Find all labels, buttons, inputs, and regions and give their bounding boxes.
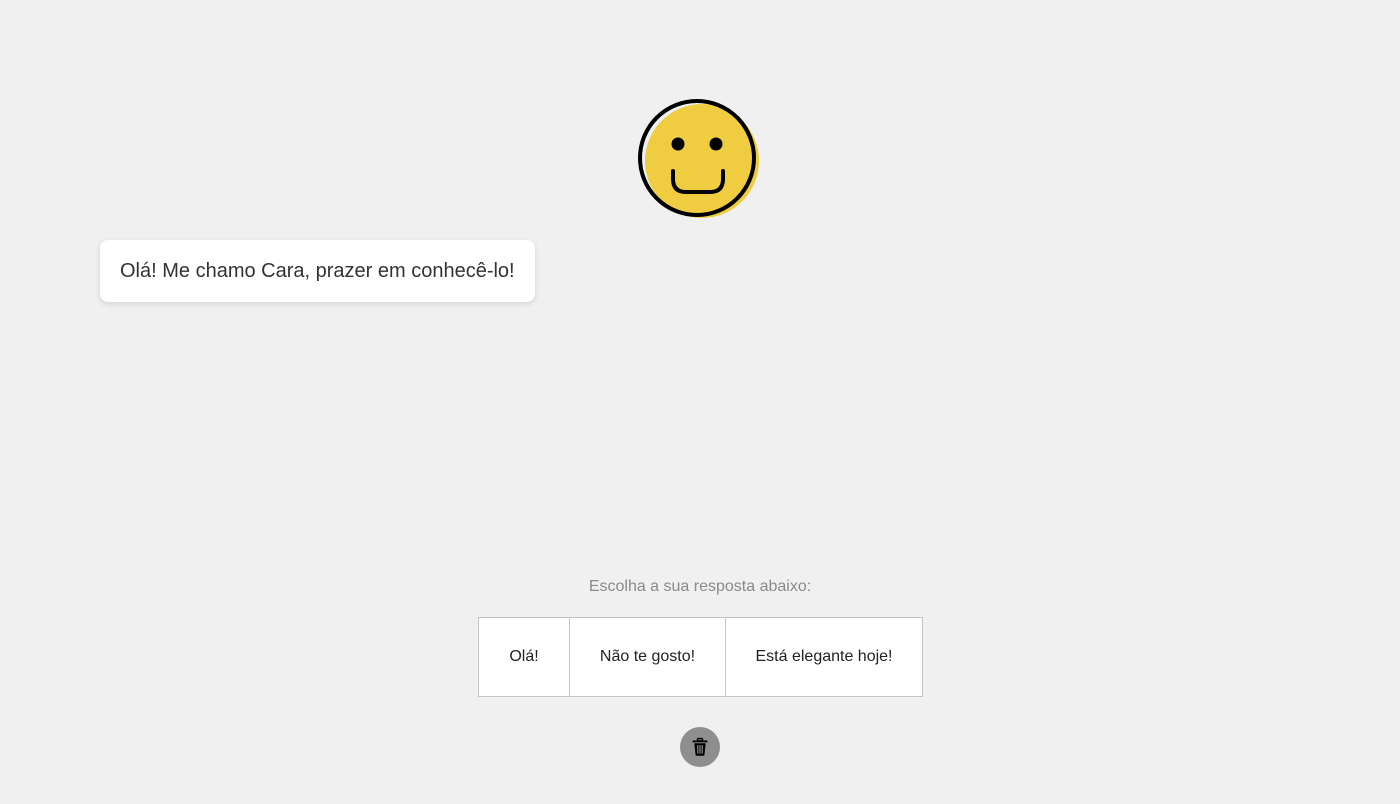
- answer-button-esta-elegante[interactable]: Está elegante hoje!: [725, 618, 922, 696]
- reset-button[interactable]: [680, 727, 720, 767]
- speech-bubble: Olá! Me chamo Cara, prazer em conhecê-lo…: [100, 240, 535, 302]
- answer-button-nao-te-gosto[interactable]: Não te gosto!: [569, 618, 725, 696]
- response-prompt: Escolha a sua resposta abaixo:: [588, 578, 812, 595]
- speech-text: Olá! Me chamo Cara, prazer em conhecê-lo…: [120, 259, 515, 282]
- answer-button-ola[interactable]: Olá!: [479, 618, 569, 696]
- answer-options: Olá! Não te gosto! Está elegante hoje!: [478, 617, 923, 697]
- smiley-face-icon: [638, 99, 759, 218]
- trash-icon: [692, 737, 708, 756]
